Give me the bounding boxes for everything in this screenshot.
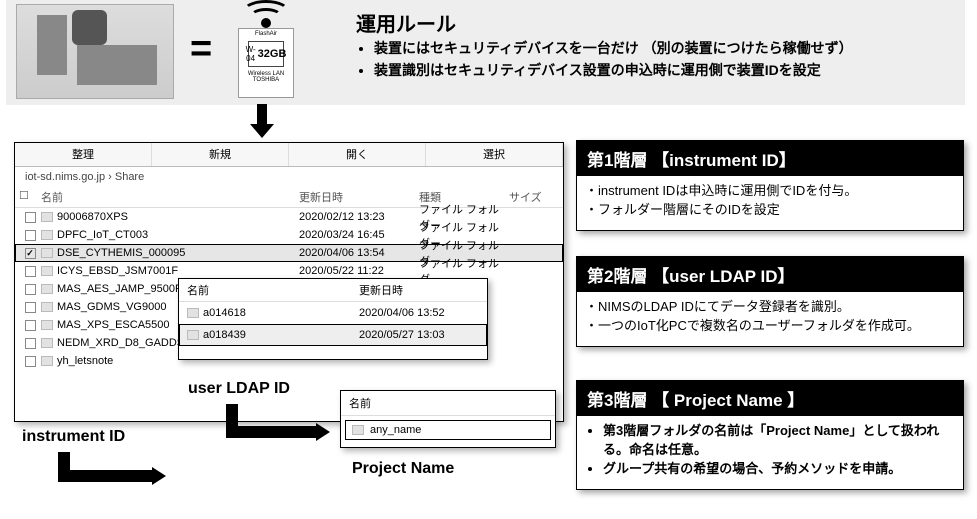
breadcrumb[interactable]: iot-sd.nims.go.jp › Share — [15, 167, 563, 187]
row-checkbox[interactable] — [19, 320, 41, 331]
folder-icon — [41, 230, 53, 240]
row-date: 2020/05/27 13:03 — [359, 329, 479, 341]
folder-name: a018439 — [203, 329, 246, 341]
row-checkbox[interactable] — [19, 212, 41, 223]
label-user-ldap-id: user LDAP ID — [188, 380, 290, 398]
col-name[interactable]: 名前 — [187, 282, 359, 298]
rule-item: 装置識別はセキュリティデバイス設置の申込時に運用側で装置IDを設定 — [374, 60, 853, 82]
folder-name: 90006870XPS — [57, 211, 128, 223]
down-arrow-icon — [250, 104, 274, 138]
col-date[interactable]: 更新日時 — [359, 282, 479, 298]
user-folder-panel: 名前 更新日時 a014618 2020/04/06 13:52 a018439 20… — [178, 278, 488, 360]
list-item[interactable]: a018439 2020/05/27 13:03 — [179, 324, 487, 346]
folder-icon — [41, 356, 53, 366]
sd-card: FlashAir W-0432GB Wireless LAN TOSHIBA — [238, 28, 294, 98]
row-checkbox[interactable] — [19, 284, 41, 295]
row-date: 2020/02/12 13:23 — [299, 211, 419, 223]
tier2-title: 第2階層 【user LDAP ID】 — [577, 257, 963, 292]
row-date: 2020/04/06 13:54 — [299, 247, 419, 259]
tier3-title: 第3階層 【 Project Name 】 — [577, 381, 963, 416]
folder-icon — [41, 266, 53, 276]
col-name[interactable]: 名前 — [41, 189, 299, 205]
folder-name: NEDM_XRD_D8_GADDS — [57, 337, 184, 349]
label-instrument-id: instrument ID — [22, 428, 125, 446]
rules-title: 運用ルール — [356, 8, 456, 37]
tier2-info: 第2階層 【user LDAP ID】 NIMSのLDAP IDにてデータ登録者… — [576, 256, 964, 347]
tier1-title: 第1階層 【instrument ID】 — [577, 141, 963, 176]
row-date: 2020/05/22 11:22 — [299, 265, 419, 277]
row-checkbox[interactable] — [19, 266, 41, 277]
row-checkbox[interactable] — [19, 356, 41, 367]
folder-icon — [41, 212, 53, 222]
tab-new[interactable]: 新規 — [152, 143, 289, 166]
folder-name: DPFC_IoT_CT003 — [57, 229, 148, 241]
folder-icon — [41, 248, 53, 258]
folder-name: a014618 — [203, 307, 246, 319]
folder-icon — [41, 284, 53, 294]
tab-select[interactable]: 選択 — [426, 143, 563, 166]
wifi-icon — [242, 0, 290, 26]
row-date: 2020/03/24 16:45 — [299, 229, 419, 241]
row-date: 2020/04/06 13:52 — [359, 307, 479, 319]
row-checkbox[interactable] — [19, 302, 41, 313]
folder-name: any_name — [370, 424, 421, 436]
col-check[interactable]: ☐ — [19, 189, 41, 205]
explorer-toolbar: 整理 新規 開く 選択 — [15, 143, 563, 167]
tier3-info: 第3階層 【 Project Name 】 第3階層フォルダの名前は「Proje… — [576, 380, 964, 490]
folder-name: DSE_CYTHEMIS_000095 — [57, 247, 185, 259]
folder-icon — [41, 320, 53, 330]
row-checkbox[interactable] — [19, 248, 41, 259]
folder-name: MAS_GDMS_VG9000 — [57, 301, 166, 313]
row-checkbox[interactable] — [19, 230, 41, 241]
list-item[interactable]: any_name — [344, 419, 552, 441]
folder-icon — [352, 425, 364, 435]
row-checkbox[interactable] — [19, 338, 41, 349]
equals-icon: = — [190, 28, 212, 71]
folder-icon — [41, 302, 53, 312]
tab-organize[interactable]: 整理 — [15, 143, 152, 166]
tab-open[interactable]: 開く — [289, 143, 426, 166]
rules-list: 装置にはセキュリティデバイスを一台だけ （別の装置につけたら稼働せず） 装置識別… — [356, 38, 853, 81]
col-date[interactable]: 更新日時 — [299, 189, 419, 205]
folder-icon — [187, 330, 199, 340]
sd-brand-bottom: TOSHIBA — [241, 77, 291, 83]
folder-name: ICYS_EBSD_JSM7001F — [57, 265, 178, 277]
col-size[interactable]: サイズ — [509, 189, 559, 205]
top-banner: = FlashAir W-0432GB Wireless LAN TOSHIBA… — [6, 0, 965, 105]
rule-item: 装置にはセキュリティデバイスを一台だけ （別の装置につけたら稼働せず） — [374, 38, 853, 60]
folder-name: MAS_XPS_ESCA5500 — [57, 319, 170, 331]
label-project-name: Project Name — [352, 460, 454, 478]
col-name[interactable]: 名前 — [341, 391, 555, 416]
folder-name: MAS_AES_JAMP_9500F — [57, 283, 182, 295]
folder-icon — [187, 308, 199, 318]
sd-brand-top: FlashAir — [241, 31, 291, 37]
tier1-info: 第1階層 【instrument ID】 instrument IDは申込時に運… — [576, 140, 964, 231]
equipment-photo — [16, 4, 174, 99]
list-item[interactable]: a014618 2020/04/06 13:52 — [179, 302, 487, 324]
folder-name: yh_letsnote — [57, 355, 113, 367]
folder-icon — [41, 338, 53, 348]
project-folder-panel: 名前 any_name — [340, 390, 556, 448]
